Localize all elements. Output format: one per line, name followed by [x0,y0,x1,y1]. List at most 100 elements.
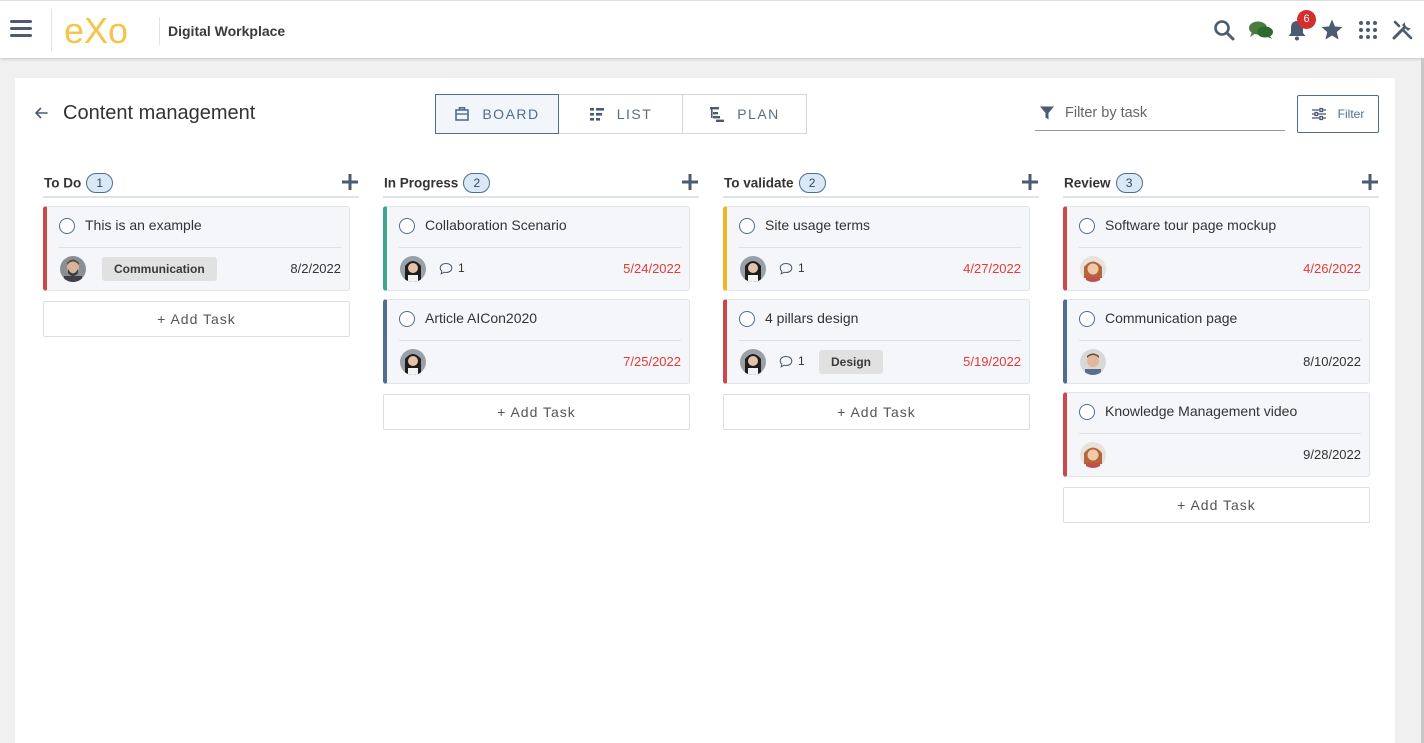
column-count-badge: 2 [463,173,491,193]
chat-icon[interactable] [1247,18,1275,42]
divider [1079,340,1361,341]
complete-task-checkbox[interactable] [739,218,755,234]
task-card[interactable]: Knowledge Management video 9/28/2022 [1063,392,1370,477]
task-due-date: 4/26/2022 [1303,261,1361,276]
favorites-icon[interactable] [1320,18,1344,42]
add-task-button[interactable]: + Add Task [43,301,350,337]
divider [739,247,1021,248]
add-task-button[interactable]: + Add Task [1063,487,1370,523]
task-card[interactable]: This is an example Communication 8/2/202… [43,206,350,291]
add-task-button[interactable]: + Add Task [383,394,690,430]
column-title: Review 3 [1064,173,1143,194]
filter-button-label: Filter [1337,107,1365,121]
assignee-avatar[interactable] [1080,256,1106,282]
task-label-tag[interactable]: Design [819,350,884,374]
column-to-validate: To validate 2 Site usage terms 1 4/27/202… [723,170,1039,430]
task-title: 4 pillars design [765,310,859,326]
assignee-avatar[interactable] [1080,442,1106,468]
page-title: Content management [63,102,256,124]
column-title: To Do 1 [44,173,114,194]
divider [399,340,681,341]
add-task-plus-icon[interactable] [681,173,699,191]
column-header: In Progress 2 [383,170,699,198]
complete-task-checkbox[interactable] [739,311,755,327]
task-due-date: 9/28/2022 [1303,447,1361,462]
column-header: Review 3 [1063,170,1379,198]
divider [399,247,681,248]
column-count-badge: 3 [1115,173,1143,193]
column-title-text: Review [1064,175,1111,191]
task-title: Collaboration Scenario [425,217,567,233]
tab-list-label: LIST [616,106,653,122]
task-card[interactable]: Article AICon2020 7/25/2022 [383,299,690,384]
add-task-button[interactable]: + Add Task [723,394,1030,430]
tab-plan-label: PLAN [737,106,780,122]
comments-count-text: 1 [798,354,805,368]
complete-task-checkbox[interactable] [399,311,415,327]
complete-task-checkbox[interactable] [59,218,75,234]
column-count-badge: 1 [86,173,114,193]
assignee-avatar[interactable] [740,349,766,375]
tab-list[interactable]: LIST [559,94,683,134]
apps-grid-icon[interactable] [1356,18,1380,42]
task-card[interactable]: Site usage terms 1 4/27/2022 [723,206,1030,291]
assignee-avatar[interactable] [400,349,426,375]
add-task-plus-icon[interactable] [1021,173,1039,191]
divider [51,9,52,51]
divider [159,17,160,45]
complete-task-checkbox[interactable] [1079,218,1095,234]
tab-plan[interactable]: PLAN [683,94,807,134]
comments-count[interactable]: 1 [779,261,805,275]
comments-count-text: 1 [798,261,805,275]
admin-tools-icon[interactable] [1391,18,1415,42]
comments-count-text: 1 [458,261,465,275]
column-header: To validate 2 [723,170,1039,198]
filter-button[interactable]: Filter [1297,95,1379,133]
comments-count[interactable]: 1 [779,354,805,368]
task-title: Communication page [1105,310,1238,326]
assignee-avatar[interactable] [740,256,766,282]
column-review: Review 3 Software tour page mockup 4/26/2… [1063,170,1379,523]
column-title-text: In Progress [384,175,459,191]
comments-count[interactable]: 1 [439,261,465,275]
column-count-badge: 2 [798,173,826,193]
task-due-date: 7/25/2022 [623,354,681,369]
task-due-date: 8/2/2022 [290,261,341,276]
add-task-plus-icon[interactable] [341,173,359,191]
add-task-plus-icon[interactable] [1361,173,1379,191]
task-due-date: 5/24/2022 [623,261,681,276]
complete-task-checkbox[interactable] [1079,311,1095,327]
exo-logo[interactable]: eXo [62,12,148,48]
tab-board-label: BOARD [482,106,540,122]
task-card[interactable]: Communication page 8/10/2022 [1063,299,1370,384]
search-icon[interactable] [1212,18,1236,42]
assignee-avatar[interactable] [60,256,86,282]
menu-icon[interactable] [10,20,32,38]
task-title: This is an example [85,217,202,233]
assignee-avatar[interactable] [400,256,426,282]
column-title: In Progress 2 [384,173,491,194]
funnel-icon [1040,106,1054,119]
task-card[interactable]: 4 pillars design 1 Design 5/19/2022 [723,299,1030,384]
comment-icon [439,262,453,275]
column-title-text: To validate [724,175,794,191]
comment-icon [779,262,793,275]
filter-by-task-input[interactable] [1065,104,1275,121]
board-icon [455,107,470,121]
task-due-date: 4/27/2022 [963,261,1021,276]
assignee-avatar[interactable] [1080,349,1106,375]
complete-task-checkbox[interactable] [1079,404,1095,420]
task-title: Software tour page mockup [1105,217,1277,233]
back-arrow-icon[interactable] [33,105,49,121]
sliders-icon [1311,107,1326,121]
filter-by-task-field[interactable] [1035,95,1285,131]
task-card[interactable]: Collaboration Scenario 1 5/24/2022 [383,206,690,291]
task-card[interactable]: Software tour page mockup 4/26/2022 [1063,206,1370,291]
complete-task-checkbox[interactable] [399,218,415,234]
list-icon [589,108,604,121]
task-label-tag[interactable]: Communication [102,257,217,281]
view-toggle: BOARD LIST PLAN [435,94,807,134]
tab-board[interactable]: BOARD [435,94,559,134]
task-due-date: 8/10/2022 [1303,354,1361,369]
column-in-progress: In Progress 2 Collaboration Scenario 1 5/… [383,170,699,430]
